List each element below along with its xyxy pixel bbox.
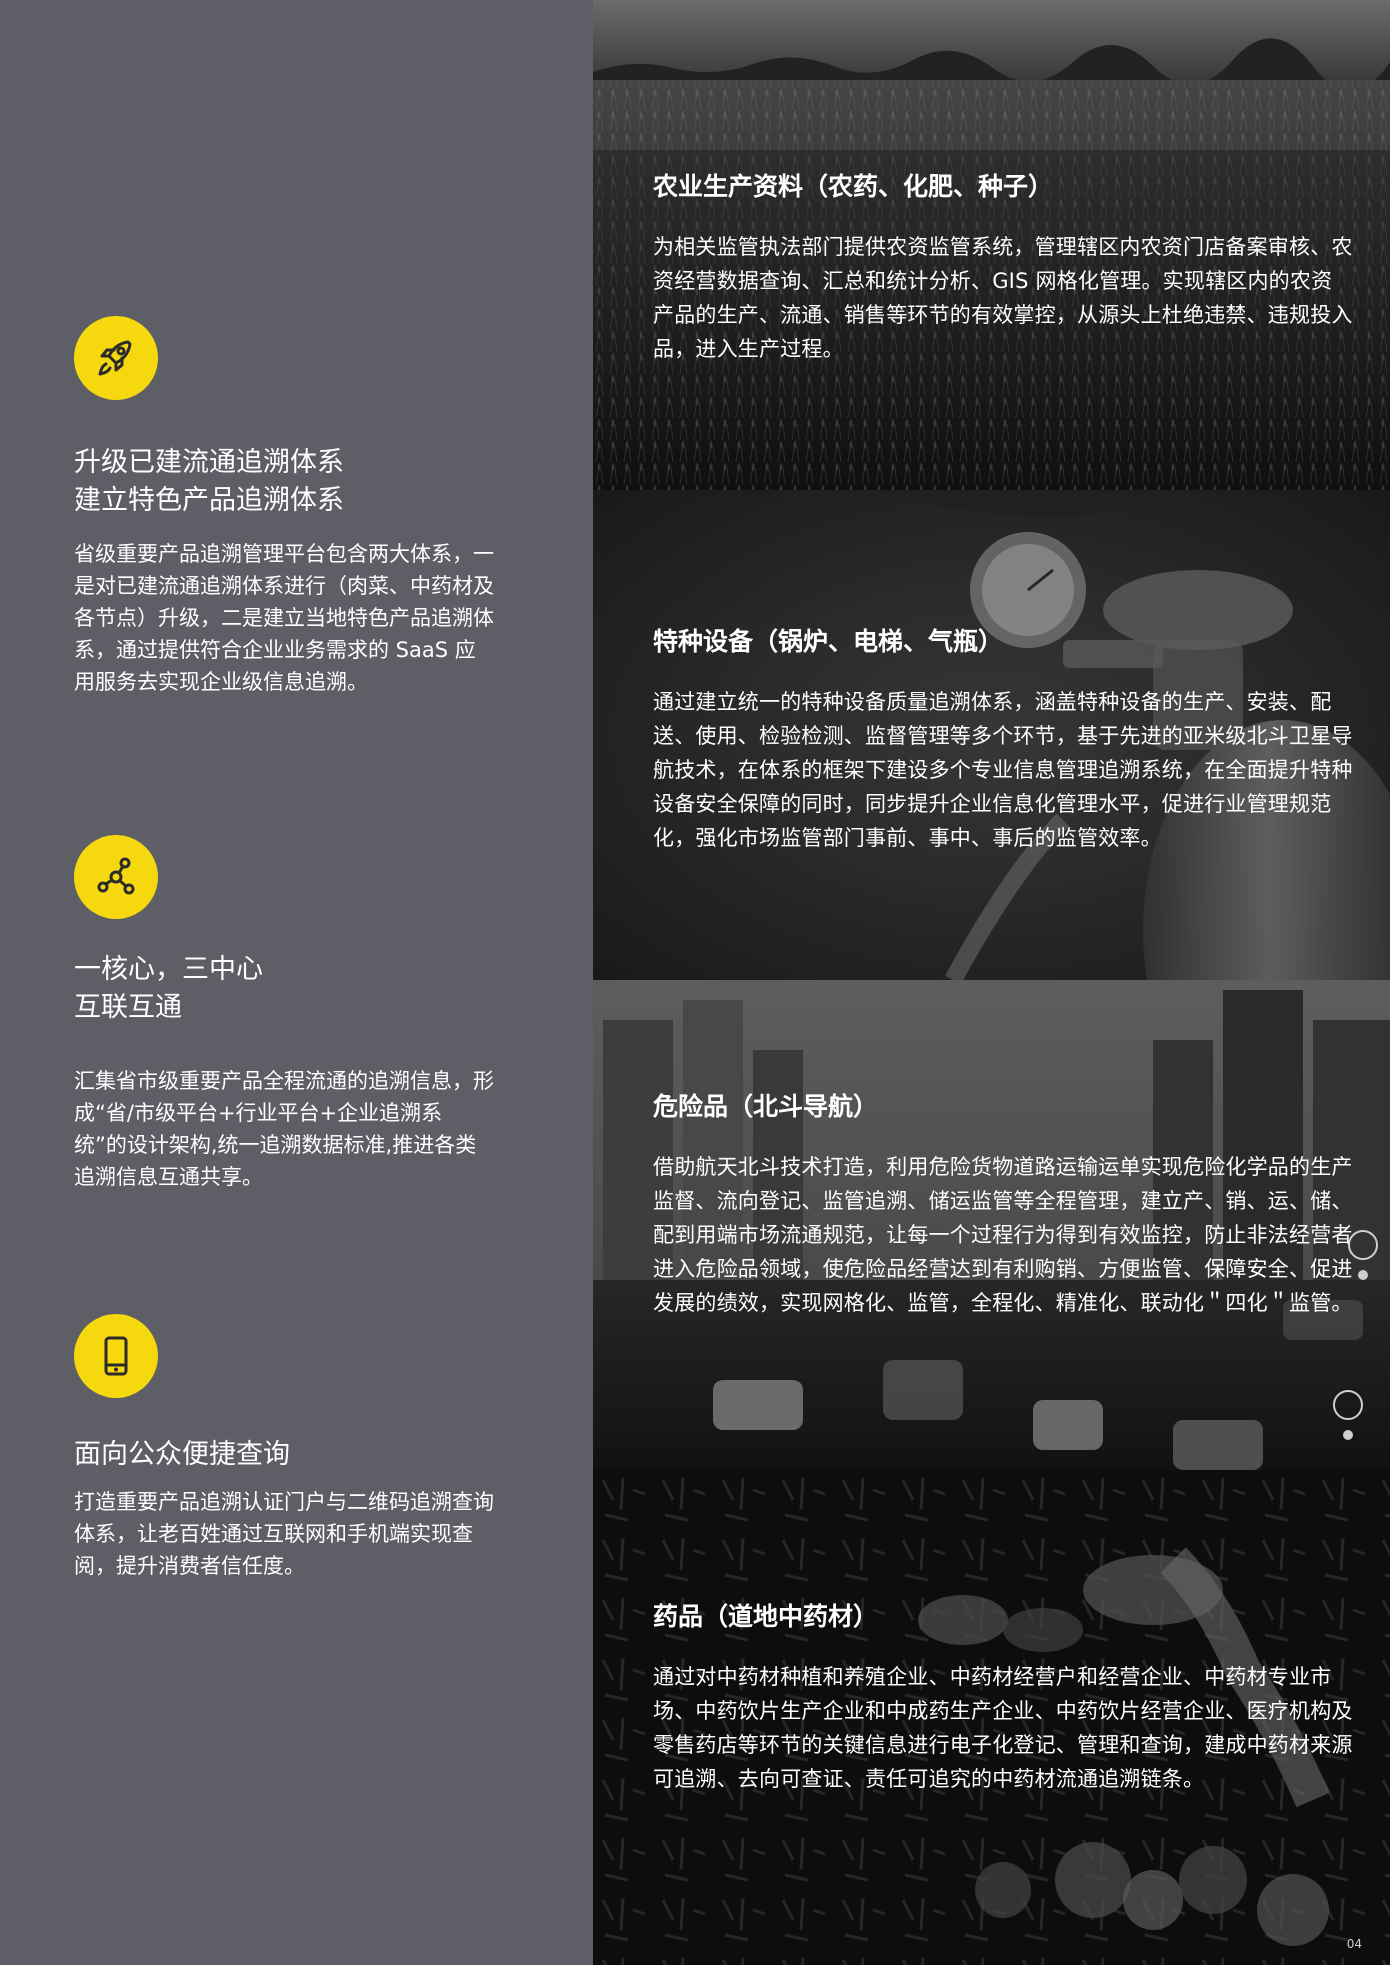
panel-title: 农业生产资料（农药、化肥、种子） (653, 172, 1054, 201)
panel-content: 特种设备（锅炉、电梯、气瓶） 通过建立统一的特种设备质量追溯体系，涵盖特种设备的… (653, 625, 1353, 855)
panel-title: 药品（道地中药材） (653, 1602, 879, 1631)
mobile-phone-icon (74, 1314, 158, 1398)
feature-description: 汇集省市级重要产品全程流通的追溯信息，形成“省/市级平台+行业平台+企业追溯系统… (74, 1069, 494, 1189)
feature-title-line2: 互联互通 (74, 992, 182, 1023)
feature-one-core-three-centers: 一核心，三中心 互联互通 汇集省市级重要产品全程流通的追溯信息，形成“省/市级平… (74, 835, 494, 1193)
panel-title: 特种设备（锅炉、电梯、气瓶） (653, 627, 1004, 656)
right-column: 农业生产资料（农药、化肥、种子） 为相关监管执法部门提供农资监管系统，管理辖区内… (593, 0, 1390, 1965)
network-nodes-icon (74, 835, 158, 919)
panel-body: 为相关监管执法部门提供农资监管系统，管理辖区内农资门店备案审核、农资经营数据查询… (653, 235, 1353, 361)
feature-title-line1: 升级已建流通追溯体系 (74, 447, 344, 478)
panel-medicine: 药品（道地中药材） 通过对中药材种植和养殖企业、中药材经营户和经营企业、中药材专… (593, 1470, 1390, 1965)
panel-body: 通过建立统一的特种设备质量追溯体系，涵盖特种设备的生产、安装、配送、使用、检验检… (653, 690, 1353, 850)
page-number: 04 (1346, 1937, 1362, 1951)
feature-description: 省级重要产品追溯管理平台包含两大体系，一是对已建流通追溯体系进行（肉菜、中药材及… (74, 542, 494, 694)
feature-public-query: 面向公众便捷查询 打造重要产品追溯认证门户与二维码追溯查询体系，让老百姓通过互联… (74, 1314, 494, 1582)
feature-title-line1: 一核心，三中心 (74, 954, 263, 985)
panel-content: 危险品（北斗导航） 借助航天北斗技术打造，利用危险货物道路运输运单实现危险化学品… (653, 1090, 1353, 1320)
panel-body: 通过对中药材种植和养殖企业、中药材经营户和经营企业、中药材专业市场、中药饮片生产… (653, 1665, 1353, 1791)
panel-title: 危险品（北斗导航） (653, 1092, 879, 1121)
panel-body: 借助航天北斗技术打造，利用危险货物道路运输运单实现危险化学品的生产监督、流向登记… (653, 1155, 1353, 1315)
rocket-icon (74, 316, 158, 400)
feature-description: 打造重要产品追溯认证门户与二维码追溯查询体系，让老百姓通过互联网和手机端实现查阅… (74, 1490, 494, 1578)
panel-content: 农业生产资料（农药、化肥、种子） 为相关监管执法部门提供农资监管系统，管理辖区内… (653, 170, 1353, 366)
panel-agricultural-inputs: 农业生产资料（农药、化肥、种子） 为相关监管执法部门提供农资监管系统，管理辖区内… (593, 0, 1390, 490)
feature-title: 面向公众便捷查询 (74, 1439, 290, 1470)
panel-special-equipment: 特种设备（锅炉、电梯、气瓶） 通过建立统一的特种设备质量追溯体系，涵盖特种设备的… (593, 490, 1390, 980)
feature-title-line2: 建立特色产品追溯体系 (74, 485, 344, 516)
panel-dangerous-goods: 危险品（北斗导航） 借助航天北斗技术打造，利用危险货物道路运输运单实现危险化学品… (593, 980, 1390, 1470)
panel-content: 药品（道地中药材） 通过对中药材种植和养殖企业、中药材经营户和经营企业、中药材专… (653, 1600, 1353, 1796)
feature-traceability-upgrade: 升级已建流通追溯体系 建立特色产品追溯体系 省级重要产品追溯管理平台包含两大体系… (74, 316, 494, 698)
left-column: 升级已建流通追溯体系 建立特色产品追溯体系 省级重要产品追溯管理平台包含两大体系… (0, 0, 593, 1965)
